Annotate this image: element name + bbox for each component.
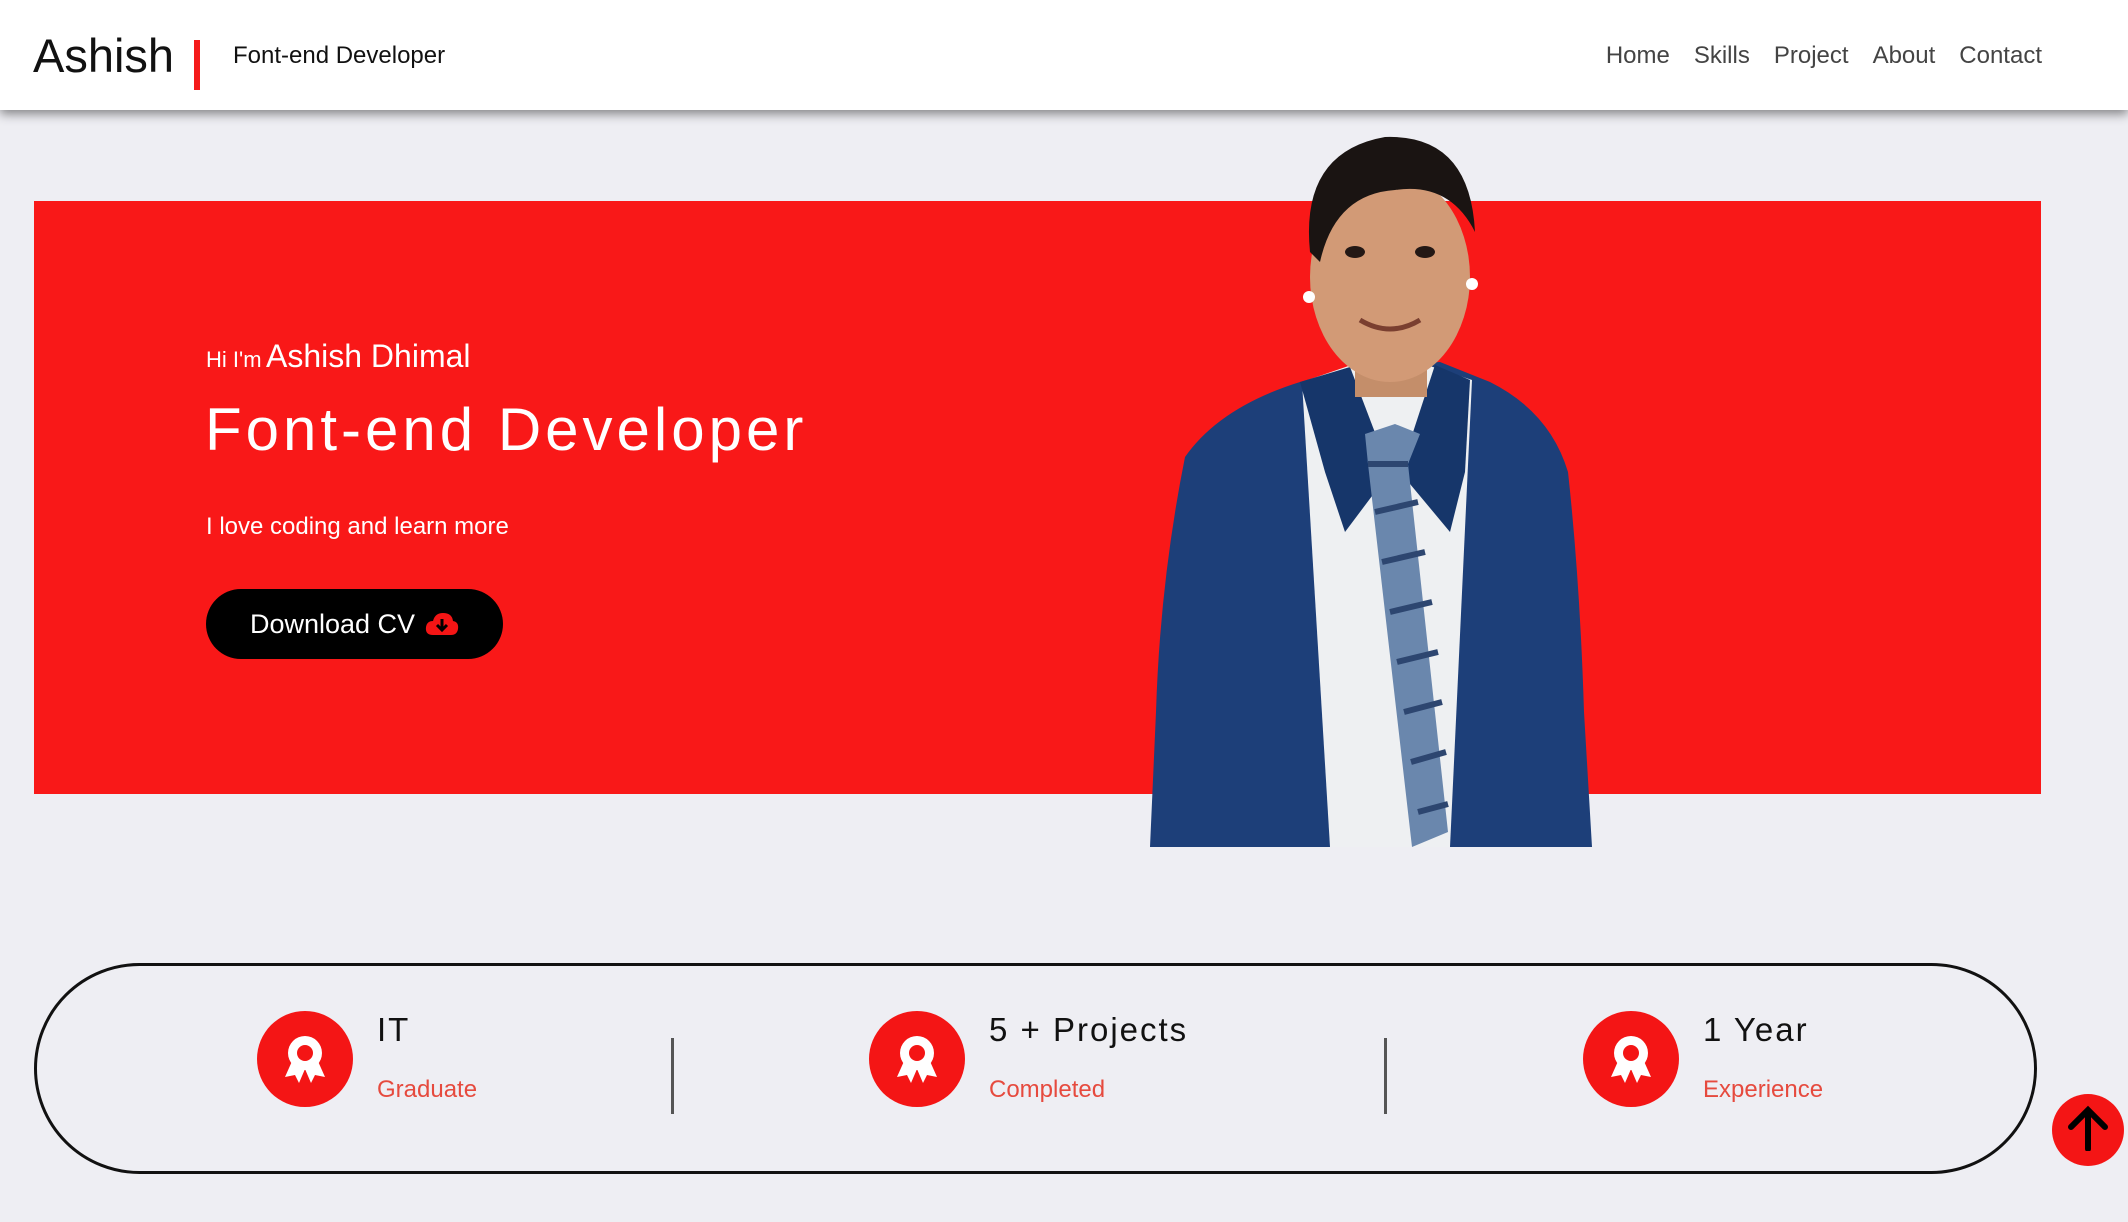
profile-photo <box>1150 136 1592 847</box>
hero-name: Ashish Dhimal <box>265 338 471 374</box>
nav-link-about[interactable]: About <box>1873 42 1936 70</box>
hero-title: Font-end Developer <box>205 396 808 463</box>
stat-divider <box>1384 1038 1387 1114</box>
stat-value: 1 Year <box>1703 1011 1809 1048</box>
stat-value: 5 + Projects <box>989 1011 1189 1048</box>
nav-link-contact[interactable]: Contact <box>1959 42 2042 70</box>
nav-menu: Home Skills Project About Contact <box>1606 42 2042 70</box>
award-icon <box>869 1011 965 1107</box>
brand-logo[interactable]: Ashish <box>33 28 174 83</box>
stat-label: Completed <box>989 1076 1106 1103</box>
nav-link-project[interactable]: Project <box>1774 42 1849 70</box>
brand-subtitle: Font-end Developer <box>233 42 446 69</box>
arrow-up-icon <box>2066 1105 2110 1156</box>
stat-divider <box>671 1038 674 1114</box>
stat-label: Graduate <box>377 1076 478 1103</box>
stat-label: Experience <box>1703 1076 1824 1103</box>
download-cv-button[interactable]: Download CV <box>206 589 503 659</box>
download-cv-label: Download CV <box>249 608 416 639</box>
hero-tagline: I love coding and learn more <box>206 513 509 540</box>
brand-divider <box>194 40 200 90</box>
hero-banner <box>34 201 2041 794</box>
greeting-text: Hi I'm <box>206 347 262 372</box>
award-icon <box>1583 1011 1679 1107</box>
nav-link-home[interactable]: Home <box>1606 42 1670 70</box>
nav-link-skills[interactable]: Skills <box>1694 42 1750 70</box>
scroll-to-top-button[interactable] <box>2052 1094 2124 1166</box>
stat-value: IT <box>377 1011 411 1048</box>
navbar: Ashish Font-end Developer Home Skills Pr… <box>0 0 2128 110</box>
hero-greeting: Hi I'm Ashish Dhimal <box>206 338 471 375</box>
stats-bar: IT Graduate 5 + Projects Completed 1 Yea… <box>34 963 2037 1174</box>
cloud-download-icon <box>425 611 459 637</box>
award-icon <box>257 1011 353 1107</box>
